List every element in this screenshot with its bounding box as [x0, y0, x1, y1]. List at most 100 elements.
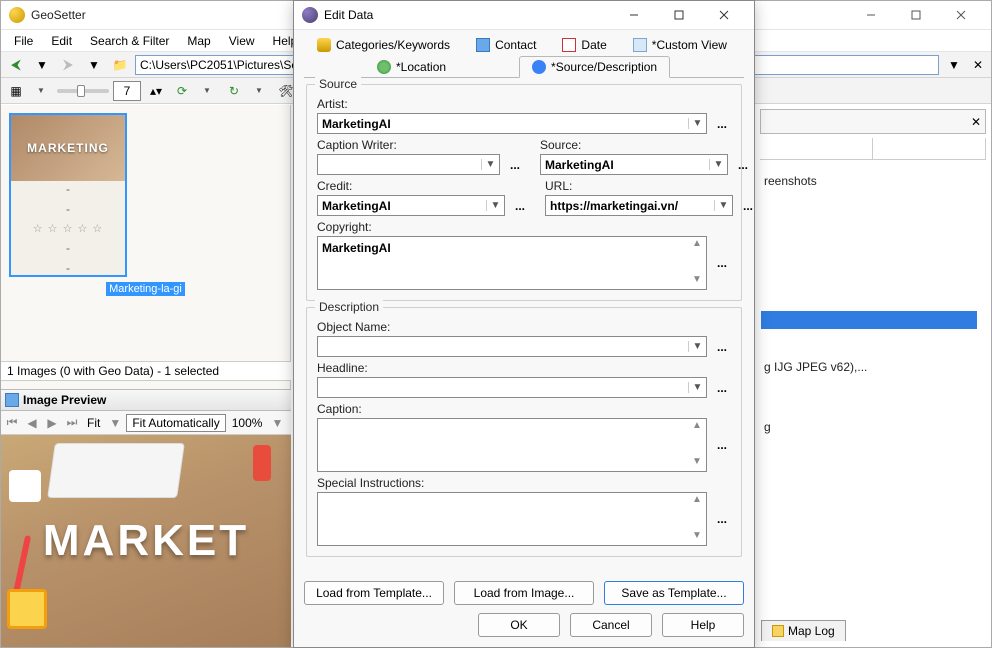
caption-writer-label: Caption Writer:	[317, 138, 524, 152]
chevron-down-icon[interactable]: ▼	[688, 118, 706, 129]
chevron-down-icon[interactable]: ▼	[714, 200, 732, 211]
caption-label: Caption:	[317, 402, 731, 416]
zoom-dropdown[interactable]: ▼	[268, 416, 286, 430]
main-minimize-button[interactable]	[848, 1, 893, 30]
preview-next-button[interactable]: ▶	[43, 416, 61, 430]
load-from-image-button[interactable]: Load from Image...	[454, 581, 594, 605]
special-instructions-more-button[interactable]: ...	[713, 512, 731, 526]
chevron-down-icon[interactable]: ▼	[481, 159, 499, 170]
path-dropdown[interactable]: ▼	[943, 55, 965, 75]
thumb-size-spinner[interactable]: ▴▾	[145, 81, 167, 101]
preview-first-button[interactable]: ⏮	[3, 415, 21, 430]
preview-prev-button[interactable]: ◀	[23, 416, 41, 430]
ok-button[interactable]: OK	[478, 613, 560, 637]
special-instructions-field[interactable]: ▲ ▼	[317, 492, 707, 546]
tab-map-log[interactable]: Map Log	[761, 620, 846, 641]
menu-search-filter[interactable]: Search & Filter	[81, 32, 178, 50]
dialog-maximize-button[interactable]	[656, 1, 701, 30]
artist-label: Artist:	[317, 97, 731, 111]
path-close-button[interactable]: ✕	[969, 58, 987, 72]
dialog-close-button[interactable]	[701, 1, 746, 30]
nav-forward-button[interactable]: ⮞	[57, 55, 79, 75]
menu-view[interactable]: View	[220, 32, 264, 50]
tab-contact[interactable]: Contact	[463, 34, 549, 56]
scroll-down-icon[interactable]: ▼	[689, 456, 705, 470]
thumb-size-slider[interactable]	[57, 89, 109, 93]
tab-custom-view[interactable]: *Custom View	[620, 34, 740, 56]
nav-back-dropdown[interactable]: ▼	[31, 55, 53, 75]
copyright-label: Copyright:	[317, 220, 731, 234]
scroll-down-icon[interactable]: ▼	[689, 274, 705, 288]
chevron-down-icon[interactable]: ▼	[688, 382, 706, 393]
cancel-button[interactable]: Cancel	[570, 613, 652, 637]
usb-graphic	[253, 445, 271, 481]
preview-last-button[interactable]: ⏭	[63, 415, 81, 430]
nav-forward-dropdown[interactable]: ▼	[83, 55, 105, 75]
dialog-minimize-button[interactable]	[611, 1, 656, 30]
scroll-up-icon[interactable]: ▲	[689, 238, 705, 252]
fit-mode-select[interactable]: Fit Automatically	[126, 414, 225, 432]
artist-field[interactable]: ▼	[317, 113, 707, 134]
thumbnail-item[interactable]: MARKETING - - ☆ ☆ ☆ ☆ ☆ - -	[9, 113, 127, 277]
layout-button[interactable]: ▦	[5, 81, 27, 101]
copyright-field[interactable]: MarketingAI ▲ ▼	[317, 236, 707, 290]
glasses-graphic	[131, 615, 191, 635]
sync-dropdown[interactable]: ▼	[249, 81, 271, 101]
headline-field[interactable]: ▼	[317, 377, 707, 398]
tab-location[interactable]: *Location	[364, 56, 459, 78]
main-close-button[interactable]	[938, 1, 983, 30]
thumb-size-value[interactable]	[113, 81, 141, 101]
load-from-template-button[interactable]: Load from Template...	[304, 581, 444, 605]
save-as-template-button[interactable]: Save as Template...	[604, 581, 744, 605]
sync-icon[interactable]: ↻	[223, 81, 245, 101]
menu-edit[interactable]: Edit	[42, 32, 81, 50]
rating-stars[interactable]: ☆ ☆ ☆ ☆ ☆	[33, 222, 104, 235]
main-maximize-button[interactable]	[893, 1, 938, 30]
caption-field[interactable]: ▲ ▼	[317, 418, 707, 472]
headline-more-button[interactable]: ...	[713, 381, 731, 395]
refresh-icon[interactable]: ⟳	[171, 81, 193, 101]
tab-source-description[interactable]: *Source/Description	[519, 56, 670, 78]
credit-more-button[interactable]: ...	[511, 199, 529, 213]
caption-writer-more-button[interactable]: ...	[506, 158, 524, 172]
pencil-graphic	[13, 535, 31, 595]
app-title: GeoSetter	[31, 8, 86, 22]
status-bar: 1 Images (0 with Geo Data) - 1 selected	[1, 361, 291, 381]
scroll-up-icon[interactable]: ▲	[689, 420, 705, 434]
dialog-title: Edit Data	[324, 8, 373, 22]
caption-writer-field[interactable]: ▼	[317, 154, 500, 175]
help-button[interactable]: Help	[662, 613, 744, 637]
source-more-button[interactable]: ...	[734, 158, 752, 172]
info-icon	[532, 60, 546, 74]
object-name-more-button[interactable]: ...	[713, 340, 731, 354]
source-field[interactable]: ▼	[540, 154, 728, 175]
tab-date[interactable]: Date	[549, 34, 619, 56]
scroll-up-icon[interactable]: ▲	[689, 494, 705, 508]
object-name-field[interactable]: ▼	[317, 336, 707, 357]
chevron-down-icon[interactable]: ▼	[709, 159, 727, 170]
special-instructions-label: Special Instructions:	[317, 476, 731, 490]
artist-more-button[interactable]: ...	[713, 117, 731, 131]
menu-file[interactable]: File	[5, 32, 42, 50]
right-column-split	[760, 138, 986, 160]
right-close-icon[interactable]: ✕	[971, 115, 981, 129]
refresh-dropdown[interactable]: ▼	[197, 81, 219, 101]
chevron-down-icon[interactable]: ▼	[486, 200, 504, 211]
caption-more-button[interactable]: ...	[713, 438, 731, 452]
fit-dropdown-caret[interactable]: ▼	[106, 416, 124, 430]
thumbnail-meta: - - ☆ ☆ ☆ ☆ ☆ - -	[11, 181, 125, 275]
nav-back-button[interactable]: ⮜	[5, 55, 27, 75]
url-more-button[interactable]: ...	[739, 199, 757, 213]
credit-field[interactable]: ▼	[317, 195, 505, 216]
menu-map[interactable]: Map	[178, 32, 219, 50]
folder-up-icon[interactable]: 📁	[109, 55, 131, 75]
edit-data-dialog: Edit Data Categories/Keywords Contact Da…	[293, 0, 755, 648]
key-icon	[317, 38, 331, 52]
scroll-down-icon[interactable]: ▼	[689, 530, 705, 544]
copyright-more-button[interactable]: ...	[713, 256, 731, 270]
clock-graphic	[7, 589, 47, 629]
url-field[interactable]: ▼	[545, 195, 733, 216]
chevron-down-icon[interactable]: ▼	[688, 341, 706, 352]
layout-dropdown[interactable]: ▼	[31, 81, 53, 101]
tab-categories[interactable]: Categories/Keywords	[304, 34, 463, 56]
